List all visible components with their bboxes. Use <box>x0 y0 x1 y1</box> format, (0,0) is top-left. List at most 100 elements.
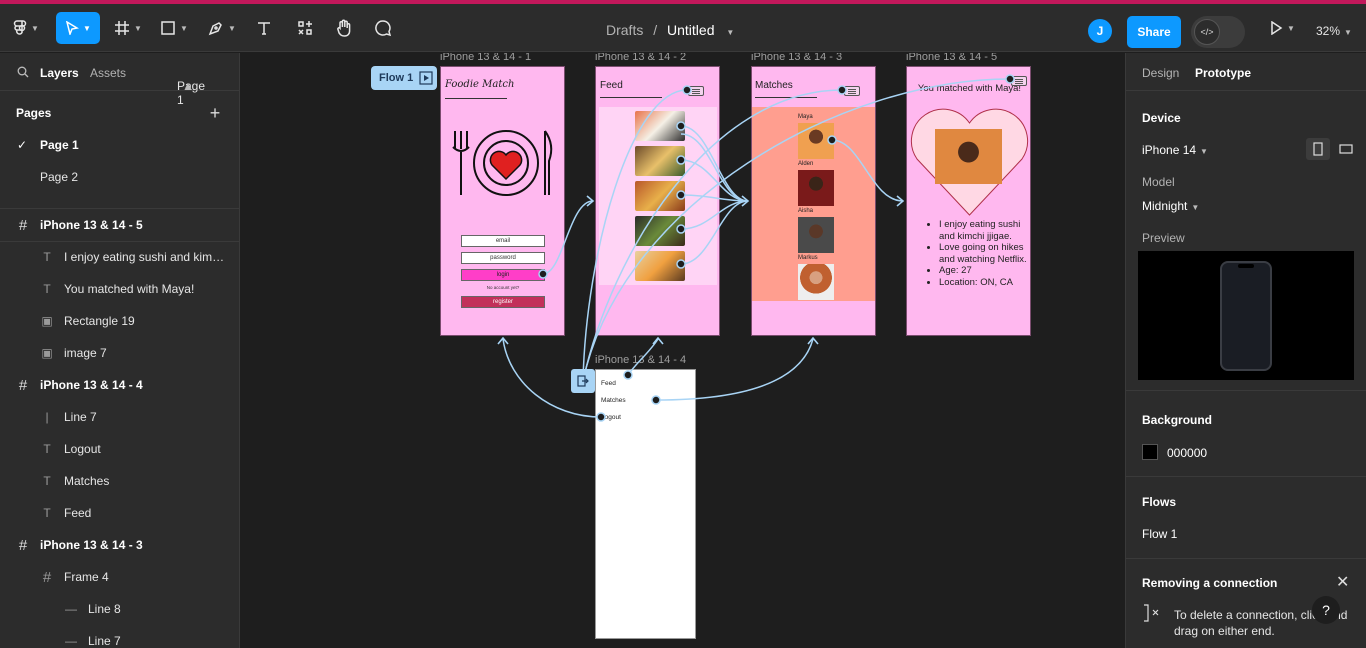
close-icon[interactable]: ✕ <box>1336 572 1349 592</box>
layer-label: iPhone 13 & 14 - 5 <box>40 218 143 232</box>
doc-menu-chevron-icon[interactable]: ▼ <box>726 28 734 37</box>
register-button[interactable]: register <box>461 296 545 308</box>
page-label: Page 2 <box>40 170 79 184</box>
menu-item-matches[interactable]: Matches <box>601 397 626 404</box>
zoom-control[interactable]: 32% ▼ <box>1316 24 1352 38</box>
frame-login[interactable]: Foodie Match email password login No acc… <box>440 66 565 336</box>
food-image-ramen[interactable] <box>635 251 685 281</box>
layer-line-8[interactable]: — Line 8 <box>0 593 239 625</box>
logo-underline <box>445 98 507 99</box>
play-flow-icon[interactable] <box>419 71 433 85</box>
layer-text-feed[interactable]: T Feed <box>0 497 239 529</box>
tab-layers[interactable]: Layers <box>40 66 79 80</box>
model-select[interactable]: Midnight ▼ <box>1142 199 1199 213</box>
comment-tool-button[interactable] <box>372 12 394 44</box>
match-photo-aisha[interactable] <box>798 217 834 253</box>
layer-frame-iphone-5[interactable]: # iPhone 13 & 14 - 5 <box>0 209 239 241</box>
dev-mode-toggle[interactable]: </> <box>1191 16 1245 48</box>
layer-frame-iphone-3[interactable]: # iPhone 13 & 14 - 3 <box>0 529 239 561</box>
tab-assets[interactable]: Assets <box>90 66 126 80</box>
layer-frame-4[interactable]: # Frame 4 <box>0 561 239 593</box>
layer-label: iPhone 13 & 14 - 3 <box>40 538 143 552</box>
cursor-arrow-icon <box>66 21 80 35</box>
bio-item: Age: 27 <box>939 265 1029 277</box>
layer-rectangle-19[interactable]: ▣ Rectangle 19 <box>0 305 239 337</box>
hand-tool-button[interactable] <box>332 12 356 44</box>
login-button[interactable]: login <box>461 269 545 281</box>
frame-feed[interactable]: Feed <box>595 66 720 336</box>
layer-text-logout[interactable]: T Logout <box>0 433 239 465</box>
match-photo-alden[interactable] <box>798 170 834 206</box>
flow-start-tag[interactable]: Flow 1 <box>371 66 437 90</box>
page-item-page-2[interactable]: Page 2 <box>0 161 239 193</box>
frame-label-5[interactable]: iPhone 13 & 14 - 5 <box>906 53 997 63</box>
avatar[interactable]: J <box>1088 19 1112 43</box>
page-item-page-1[interactable]: ✓ Page 1 <box>0 129 239 161</box>
disconnect-icon <box>1144 604 1159 622</box>
frame-label-2[interactable]: iPhone 13 & 14 - 2 <box>595 53 686 63</box>
add-page-icon[interactable]: + <box>208 103 222 124</box>
left-panel-tabs: Layers Assets Page 1 ▲ <box>0 53 239 107</box>
layer-label: I enjoy eating sushi and kimchi jjigae. … <box>64 250 228 264</box>
password-field[interactable]: password <box>461 252 545 264</box>
layer-line-7-nested[interactable]: — Line 7 <box>0 625 239 648</box>
image-icon: ▣ <box>41 314 53 328</box>
hamburger-menu-icon[interactable] <box>1011 76 1027 86</box>
background-hex[interactable]: 000000 <box>1167 446 1207 460</box>
food-image-sushi[interactable] <box>635 111 685 141</box>
main-menu-button[interactable]: ▼ <box>8 12 44 44</box>
menu-item-feed[interactable]: Feed <box>601 380 616 387</box>
text-icon: T <box>43 250 51 264</box>
match-photo-markus[interactable] <box>798 264 834 300</box>
doc-name[interactable]: Untitled <box>667 22 714 38</box>
match-photo-maya[interactable] <box>798 123 834 159</box>
layer-frame-iphone-4[interactable]: # iPhone 13 & 14 - 4 <box>0 369 239 401</box>
line-icon: — <box>65 634 77 648</box>
device-select[interactable]: iPhone 14 ▼ <box>1142 143 1208 157</box>
food-image-pizza[interactable] <box>635 181 685 211</box>
frame-profile[interactable]: You matched with Maya! I enjoy eating su… <box>906 66 1031 336</box>
hamburger-menu-icon[interactable] <box>688 86 704 96</box>
present-button[interactable]: ▼ <box>1262 12 1302 44</box>
frame-menu[interactable]: Feed Matches Logout <box>595 369 696 639</box>
layer-text-matches[interactable]: T Matches <box>0 465 239 497</box>
hamburger-menu-icon[interactable] <box>844 86 860 96</box>
frame-tool-button[interactable]: ▼ <box>110 12 146 44</box>
tab-design[interactable]: Design <box>1142 66 1179 80</box>
frame-label-3[interactable]: iPhone 13 & 14 - 3 <box>751 53 842 63</box>
layer-label: You matched with Maya! <box>64 282 195 296</box>
email-field[interactable]: email <box>461 235 545 247</box>
layer-text-bio[interactable]: T I enjoy eating sushi and kimchi jjigae… <box>0 241 239 273</box>
flow-starting-point-icon[interactable] <box>571 369 595 393</box>
layer-text-matched[interactable]: T You matched with Maya! <box>0 273 239 305</box>
text-tool-button[interactable] <box>252 12 276 44</box>
layer-label: Line 7 <box>88 634 121 648</box>
flow-item-flow-1[interactable]: Flow 1 <box>1142 527 1177 541</box>
frame-label-1[interactable]: iPhone 13 & 14 - 1 <box>440 53 531 63</box>
pen-tool-button[interactable]: ▼ <box>204 12 240 44</box>
doc-location[interactable]: Drafts <box>606 22 643 38</box>
portrait-orientation-icon[interactable] <box>1306 138 1330 160</box>
app-logo-text: Foodie Match <box>445 79 515 90</box>
search-icon[interactable] <box>17 66 29 78</box>
document-breadcrumb[interactable]: Drafts / Untitled ▼ <box>606 22 734 38</box>
menu-item-logout[interactable]: Logout <box>601 414 621 421</box>
frame-matches[interactable]: Matches Maya Alden Aisha Markus <box>751 66 876 336</box>
canvas[interactable]: Flow 1 iPhone 13 & 14 - 1 iPhone 13 & 14… <box>241 53 1125 648</box>
share-button[interactable]: Share <box>1127 16 1181 48</box>
landscape-orientation-icon[interactable] <box>1334 138 1358 160</box>
food-image-bibimbap[interactable] <box>635 146 685 176</box>
background-color-swatch[interactable] <box>1142 444 1158 460</box>
flows-section: Flows Flow 1 <box>1126 477 1366 559</box>
match-name-markus: Markus <box>798 255 818 261</box>
background-section: Background 000000 <box>1126 391 1366 477</box>
tab-prototype[interactable]: Prototype <box>1195 66 1251 80</box>
layer-line-7[interactable]: | Line 7 <box>0 401 239 433</box>
resources-button[interactable] <box>292 12 318 44</box>
frame-label-4[interactable]: iPhone 13 & 14 - 4 <box>595 354 686 366</box>
layer-image-7[interactable]: ▣ image 7 <box>0 337 239 369</box>
food-image-salad[interactable] <box>635 216 685 246</box>
move-tool-button[interactable]: ▼ <box>56 12 100 44</box>
help-button[interactable]: ? <box>1312 596 1340 624</box>
shape-tool-button[interactable]: ▼ <box>156 12 192 44</box>
